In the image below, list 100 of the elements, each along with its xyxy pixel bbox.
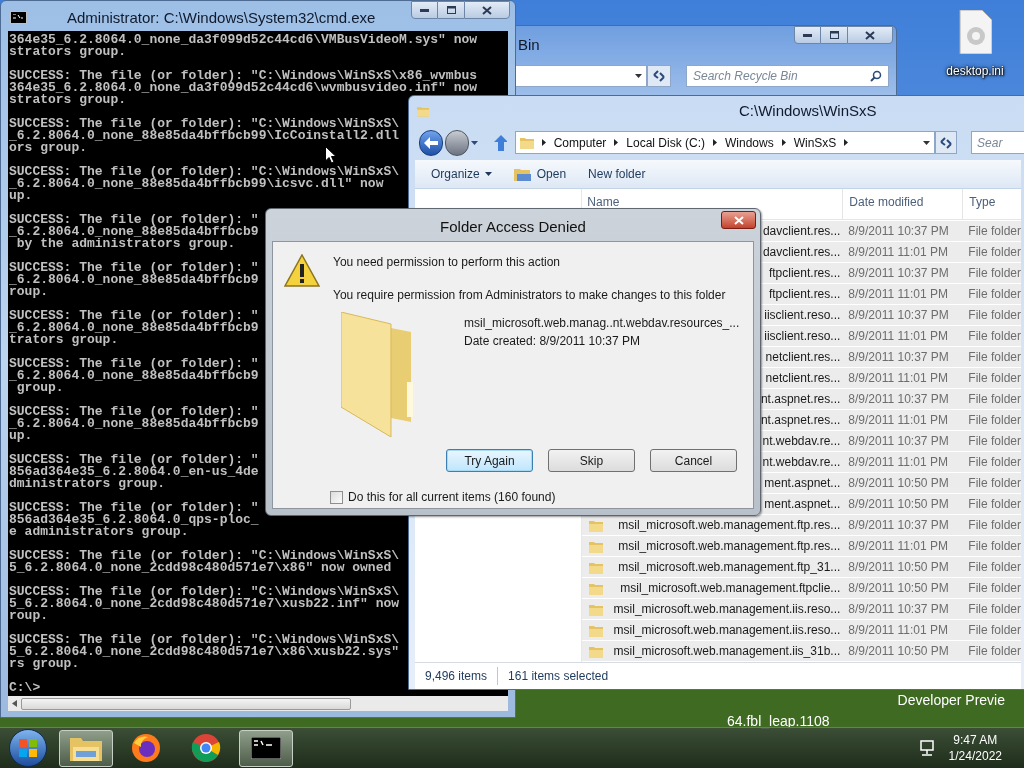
toolbar-button[interactable]: Organize: [431, 165, 492, 184]
refresh-button[interactable]: [934, 131, 958, 155]
file-date: 8/9/2011 10:37 PM: [847, 433, 950, 451]
breadcrumb-item[interactable]: Local Disk (C:): [626, 133, 705, 152]
refresh-icon: [652, 70, 666, 82]
file-type: File folder: [967, 559, 1021, 577]
file-date: 8/9/2011 10:37 PM: [847, 307, 950, 325]
taskbar-button[interactable]: [239, 729, 293, 767]
console-line: SUCCESS: The file (or folder): ": [9, 214, 259, 226]
network-icon[interactable]: [918, 740, 935, 756]
scroll-left-icon: [12, 700, 17, 707]
file-type: File folder: [967, 391, 1021, 409]
console-line: SUCCESS: The file (or folder): "C:\Windows\WinSxS\: [9, 586, 400, 598]
file-row[interactable]: msil_microsoft.web.management.ftpclie... 8/9/2011 10:50 PM File folder: [582, 578, 1021, 600]
file-name: msil_microsoft.web.management.ftp_31...: [618, 559, 841, 577]
console-line: _6.2.8064.0_none_88e85da4bffbcb99\IcCoinstall2.dll: [9, 130, 400, 142]
console-line: _6.2.8064.0_none_88e85da4bffbcb9: [9, 226, 259, 238]
close-button[interactable]: [847, 26, 893, 44]
file-row[interactable]: msil_microsoft.web.management.ftp_31... 8/9/2011 10:50 PM File folder: [582, 557, 1021, 579]
close-button[interactable]: [464, 1, 510, 19]
minimize-button[interactable]: [411, 1, 438, 19]
status-text: 9,496 items: [425, 668, 489, 686]
taskbar-button[interactable]: [59, 729, 113, 767]
search-field[interactable]: Search Recycle Bin: [686, 65, 889, 87]
breadcrumb-arrow-icon[interactable]: [614, 139, 619, 147]
breadcrumb-item[interactable]: Computer: [553, 133, 607, 152]
search-icon: [870, 70, 882, 82]
minimize-button[interactable]: [794, 26, 821, 44]
file-date: 8/9/2011 11:01 PM: [847, 538, 949, 556]
start-button[interactable]: [9, 729, 47, 767]
file-name: ftpclient.res...: [768, 286, 841, 304]
file-name: netclient.res...: [765, 349, 841, 367]
folder-icon: [519, 135, 534, 151]
dropdown-icon: [635, 74, 642, 78]
scrollbar-thumb[interactable]: [21, 697, 351, 710]
folder-icon: [589, 602, 604, 616]
address-field[interactable]: Computer Local Disk (C:) Windows WinSxS: [514, 131, 935, 155]
refresh-icon: [938, 136, 953, 149]
console-line: _6.2.8064.0_none_88e85da4bffbcb99\icsvc.dll" now: [9, 178, 384, 190]
address-field[interactable]: [515, 65, 647, 87]
search-field[interactable]: Sear: [971, 131, 1024, 155]
close-icon: [733, 215, 744, 225]
folder-icon: [70, 735, 102, 761]
folder-icon: [589, 581, 604, 595]
console-line: 5_6.2.8064.0_none_2cdd98c480d571e7\x86" now owned: [9, 562, 392, 574]
file-row[interactable]: msil_microsoft.web.management.iis.reso... 8/9/2011 10:37 PM File folder: [582, 599, 1021, 621]
close-icon: [482, 5, 492, 15]
clock[interactable]: 9:47 AM 1/24/2022: [948, 732, 1002, 764]
breadcrumb-arrow-icon[interactable]: [541, 139, 546, 147]
maximize-button[interactable]: [438, 1, 464, 19]
console-line: strators group.: [9, 94, 127, 106]
breadcrumb-arrow-icon[interactable]: [713, 139, 717, 147]
file-name: msil_microsoft.web.management.iis_31b...: [613, 643, 841, 661]
file-type: File folder: [967, 580, 1021, 598]
maximize-icon: [829, 31, 839, 39]
toolbar-button[interactable]: Open: [513, 165, 567, 184]
console-line: roup.: [9, 286, 48, 298]
column-header[interactable]: Type: [962, 189, 1021, 220]
up-arrow-icon[interactable]: [493, 134, 507, 151]
column-header[interactable]: Date modified: [842, 189, 963, 220]
file-type: File folder: [967, 244, 1021, 262]
console-line: 364e35_6.2.8064.0_none_da3f099d52c44cd6\VMBusVideoM.sys" now: [9, 34, 478, 46]
file-row[interactable]: msil_microsoft.web.management.ftp.res... 8/9/2011 11:01 PM File folder: [582, 536, 1021, 558]
console-line: SUCCESS: The file (or folder): "C:\Windows\WinSxS\: [9, 634, 400, 646]
breadcrumb-item[interactable]: Windows: [725, 133, 774, 152]
folder-icon: [589, 539, 604, 553]
file-date: 8/9/2011 10:50 PM: [847, 580, 950, 598]
file-row[interactable]: msil_microsoft.web.management.iis.reso... 8/9/2011 11:01 PM File folder: [582, 620, 1021, 642]
folder-icon: [589, 623, 604, 637]
checkbox[interactable]: [330, 490, 343, 504]
close-button[interactable]: [721, 211, 756, 229]
file-name: davclient.res...: [762, 223, 841, 241]
build-text: Developer Previe: [897, 691, 1005, 710]
history-caret-icon[interactable]: [471, 140, 478, 145]
toolbar-button[interactable]: New folder: [588, 165, 646, 184]
breadcrumb-item[interactable]: WinSxS: [793, 133, 837, 152]
file-date: 8/9/2011 11:01 PM: [847, 244, 949, 262]
browser-icon: [131, 733, 161, 763]
console-line: SUCCESS: The file (or folder): ": [9, 502, 259, 514]
dialog-button[interactable]: Skip: [548, 449, 635, 472]
refresh-button[interactable]: [647, 65, 671, 87]
breadcrumb-arrow-icon[interactable]: [781, 139, 786, 147]
dropdown-icon[interactable]: [922, 140, 930, 145]
file-row[interactable]: msil_microsoft.web.management.iis_31b... 8/9/2011 10:50 PM File folder: [582, 641, 1021, 663]
file-row[interactable]: msil_microsoft.web.management.ftp.res... 8/9/2011 10:37 PM File folder: [582, 515, 1021, 537]
horizontal-scrollbar[interactable]: [8, 696, 508, 711]
dialog-button[interactable]: Cancel: [650, 449, 737, 472]
console-prompt: C:\>: [9, 682, 41, 694]
dialog-button[interactable]: Try Again: [446, 449, 533, 472]
console-line: SUCCESS: The file (or folder): "C:\Windows\WinSxS\: [9, 166, 400, 178]
breadcrumb-arrow-icon[interactable]: [844, 139, 849, 147]
console-line: _6.2.8064.0_none_88e85da4bffbcb9: [9, 370, 259, 382]
maximize-button[interactable]: [821, 26, 847, 44]
back-button[interactable]: [419, 129, 444, 156]
console-line: SUCCESS: The file (or folder): ": [9, 262, 259, 274]
forward-button[interactable]: [445, 129, 470, 156]
console-icon: [10, 11, 27, 24]
console-line: up.: [9, 190, 33, 202]
console-line: 5_6.2.8064.0_none_2cdd98c480d571e7\x86\xusb22.sys": [9, 646, 400, 658]
console-line: roup.: [9, 610, 48, 622]
